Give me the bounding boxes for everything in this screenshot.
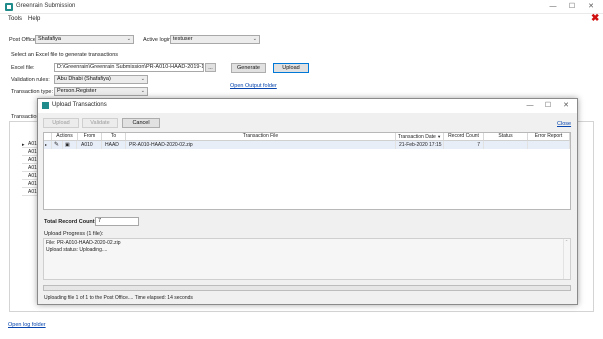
row-pointer-icon: ▸ (22, 142, 25, 148)
active-login-value: testuser (173, 36, 193, 42)
status-text: Uploading file 1 of 1 to the Post Office… (44, 295, 193, 301)
active-login-select[interactable]: testuser ⌄ (170, 35, 260, 44)
title-bar (0, 0, 603, 14)
minimize-button[interactable]: — (546, 1, 560, 12)
column-transaction-date-label: Transaction Date (397, 134, 436, 140)
open-output-link[interactable]: Open Output folder (230, 83, 277, 89)
progress-line: File: PR-A010-HAAD-2020-02.zip (46, 240, 121, 246)
txn-type-label: Transaction type: (11, 89, 53, 95)
column-transaction-file[interactable]: Transaction File (126, 133, 396, 141)
column-error-report[interactable]: Error Report (528, 133, 570, 141)
row-pointer-icon: ▸ (45, 141, 52, 149)
browse-button[interactable]: ... (205, 63, 216, 72)
chevron-down-icon: ⌄ (140, 76, 145, 82)
column-transaction-date[interactable]: Transaction Date ▼ (396, 133, 444, 141)
dialog-app-icon (42, 102, 49, 109)
cell-record-count: 7 (445, 141, 484, 149)
upload-progress-log[interactable]: File: PR-A010-HAAD-2020-02.zip Upload st… (43, 238, 571, 280)
app-icon (5, 3, 13, 11)
cell-transaction-file: PR-A010-HAAD-2020-02.zip (127, 141, 396, 149)
column-actions[interactable]: Actions (52, 133, 78, 141)
grid-header-spacer (44, 133, 52, 141)
chevron-down-icon: ⌄ (252, 36, 257, 42)
sort-desc-icon: ▼ (437, 134, 442, 139)
txn-type-value: Person.Register (57, 88, 97, 94)
upload-progress-title: Upload Progress (1 file): (44, 231, 104, 237)
cell-to: HAAD (103, 141, 126, 149)
open-log-link[interactable]: Open log folder (8, 322, 46, 328)
window-title: Greenrain Submission (16, 3, 76, 9)
generate-button[interactable]: Generate (231, 63, 266, 73)
edit-icon[interactable]: ✎ (54, 141, 63, 149)
transactions-tab[interactable]: Transaction (11, 114, 40, 120)
dialog-validate-button[interactable]: Validate (82, 118, 118, 128)
close-icon[interactable]: ✖ (591, 14, 599, 24)
dialog-close-button[interactable]: ✕ (559, 100, 573, 111)
table-row[interactable]: ▸ ✎ ▣ A010 HAAD PR-A010-HAAD-2020-02.zip… (44, 141, 570, 149)
menu-tools[interactable]: Tools (8, 16, 22, 22)
close-window-button[interactable]: ✕ (584, 1, 598, 12)
post-office-label: Post Office: (9, 37, 38, 43)
progress-line: Upload status: Uploading.... (46, 247, 108, 253)
post-office-select[interactable]: Shafafiya ⌄ (35, 35, 134, 44)
dialog-minimize-button[interactable]: — (523, 100, 537, 111)
dialog-maximize-button[interactable]: ☐ (541, 100, 555, 111)
total-record-input[interactable]: 7 (95, 217, 139, 226)
excel-file-label: Excel file: (11, 65, 35, 71)
column-from[interactable]: From (78, 133, 102, 141)
dialog-cancel-button[interactable]: Cancel (122, 118, 160, 128)
column-record-count[interactable]: Record Count (444, 133, 484, 141)
transactions-grid: Actions From To Transaction File Transac… (43, 132, 571, 210)
group-title: Select an Excel file to generate transac… (11, 52, 119, 58)
excel-file-input[interactable]: D:\Greenrain\Greenrain Submission\PR-A01… (54, 63, 204, 72)
chevron-down-icon: ⌄ (140, 88, 145, 94)
total-record-label: Total Record Count: (44, 219, 97, 225)
validation-value: Abu Dhabi (Shafafiya) (57, 76, 111, 82)
validation-label: Validation rules: (11, 77, 50, 83)
menu-help[interactable]: Help (28, 16, 40, 22)
cell-from: A010 (79, 141, 102, 149)
view-file-icon[interactable]: ▣ (65, 141, 77, 149)
dialog-close-link[interactable]: Close (557, 121, 571, 127)
upload-progress-bar (43, 285, 571, 291)
column-status[interactable]: Status (484, 133, 528, 141)
upload-dialog: Upload Transactions — ☐ ✕ Upload Validat… (37, 98, 578, 305)
chevron-down-icon: ⌄ (126, 36, 131, 42)
post-office-value: Shafafiya (38, 36, 61, 42)
column-to[interactable]: To (102, 133, 126, 141)
dialog-title: Upload Transactions (52, 102, 107, 108)
progress-scrollbar[interactable]: ⌃ (563, 239, 569, 279)
cell-error-report[interactable] (529, 141, 570, 149)
cell-transaction-date: 21-Feb-2020 17:15 (397, 141, 444, 149)
validation-select[interactable]: Abu Dhabi (Shafafiya) ⌄ (54, 75, 148, 84)
dialog-title-bar (38, 99, 577, 113)
upload-main-button[interactable]: Upload (273, 63, 309, 73)
active-login-label: Active login: (143, 37, 173, 43)
txn-type-select[interactable]: Person.Register ⌄ (54, 87, 148, 96)
dialog-upload-button[interactable]: Upload (43, 118, 79, 128)
maximize-button[interactable]: ☐ (565, 1, 579, 12)
cell-status (485, 141, 528, 149)
